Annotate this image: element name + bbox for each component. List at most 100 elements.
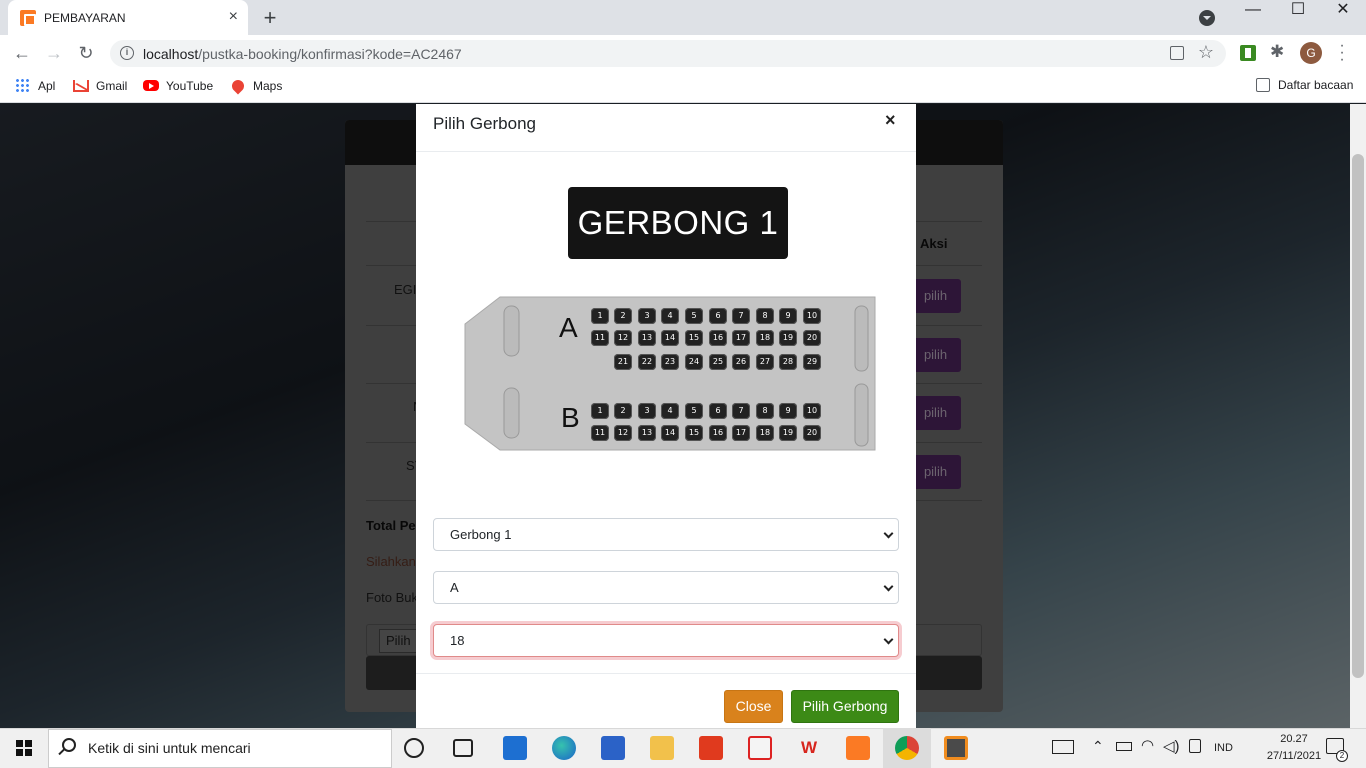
maximize-button[interactable]: ☐ — [1275, 0, 1321, 32]
minimize-button[interactable]: — — [1230, 0, 1276, 32]
seat-button[interactable]: 23 — [661, 354, 679, 370]
edge-icon[interactable] — [552, 736, 576, 760]
seat-button[interactable]: 6 — [709, 403, 727, 419]
seat-button[interactable]: 18 — [756, 330, 774, 346]
address-bar[interactable]: i localhost/pustka-booking/konfirmasi?ko… — [110, 40, 1226, 67]
seat-button[interactable]: 20 — [803, 330, 821, 346]
seat-button[interactable]: 13 — [638, 330, 656, 346]
seat-button[interactable]: 18 — [756, 425, 774, 441]
chevron-up-icon[interactable]: ⌃ — [1092, 738, 1104, 755]
row-select[interactable]: A — [433, 571, 899, 604]
store-icon[interactable] — [601, 736, 625, 760]
volume-icon[interactable]: ◁) — [1163, 737, 1180, 755]
seat-button[interactable]: 4 — [661, 308, 679, 324]
seat-button[interactable]: 7 — [732, 308, 750, 324]
seat-button[interactable]: 22 — [638, 354, 656, 370]
seat-button[interactable]: 3 — [638, 403, 656, 419]
seat-button[interactable]: 15 — [685, 330, 703, 346]
clock-time[interactable]: 20.27 — [1266, 733, 1322, 745]
seat-button[interactable]: 5 — [685, 308, 703, 324]
seat-button[interactable]: 10 — [803, 308, 821, 324]
seat-button[interactable]: 15 — [685, 425, 703, 441]
back-icon[interactable]: ← — [10, 41, 34, 65]
url-text[interactable]: localhost/pustka-booking/konfirmasi?kode… — [143, 46, 462, 62]
bookmark-apps[interactable]: Apl — [15, 78, 55, 94]
windows-start-icon[interactable] — [16, 740, 32, 756]
menu-dots-icon[interactable]: · · · — [1336, 38, 1348, 68]
cortana-icon[interactable] — [404, 738, 424, 758]
gerbong-select[interactable]: Gerbong 1 — [433, 518, 899, 551]
battery-icon[interactable] — [1116, 742, 1132, 751]
language-indicator[interactable]: IND — [1214, 742, 1233, 754]
share-icon[interactable] — [1170, 46, 1184, 60]
modal-close-icon[interactable]: × — [885, 110, 896, 131]
seat-button[interactable]: 12 — [614, 330, 632, 346]
seat-button[interactable]: 21 — [614, 354, 632, 370]
seat-button[interactable]: 5 — [685, 403, 703, 419]
seat-button[interactable]: 11 — [591, 330, 609, 346]
seat-button[interactable]: 29 — [803, 354, 821, 370]
wifi-icon[interactable]: ◠ — [1141, 736, 1154, 754]
seat-button[interactable]: 27 — [756, 354, 774, 370]
seat-button[interactable]: 19 — [779, 425, 797, 441]
new-tab-button[interactable]: + — [258, 5, 282, 31]
bookmark-gmail[interactable]: Gmail — [73, 78, 127, 94]
seat-button[interactable]: 14 — [661, 425, 679, 441]
seat-button[interactable]: 4 — [661, 403, 679, 419]
seat-button[interactable]: 20 — [803, 425, 821, 441]
sublime-icon[interactable] — [944, 736, 968, 760]
seat-button[interactable]: 10 — [803, 403, 821, 419]
seat-button[interactable]: 9 — [779, 403, 797, 419]
seat-button[interactable]: 6 — [709, 308, 727, 324]
seat-button[interactable]: 14 — [661, 330, 679, 346]
task-view-icon[interactable] — [453, 739, 473, 757]
seat-button[interactable]: 2 — [614, 308, 632, 324]
keyboard-icon[interactable] — [1052, 740, 1074, 754]
scrollbar-thumb[interactable] — [1352, 154, 1364, 678]
tab-close-icon[interactable]: × — [229, 8, 238, 26]
site-info-icon[interactable]: i — [120, 46, 134, 60]
forward-icon[interactable]: → — [42, 41, 66, 65]
seat-button[interactable]: 19 — [779, 330, 797, 346]
seat-button[interactable]: 3 — [638, 308, 656, 324]
xampp-icon[interactable] — [846, 736, 870, 760]
seat-select[interactable]: 18 — [433, 624, 899, 657]
seat-button[interactable]: 26 — [732, 354, 750, 370]
seat-button[interactable]: 7 — [732, 403, 750, 419]
seat-button[interactable]: 25 — [709, 354, 727, 370]
reading-list-button[interactable]: Daftar bacaan — [1256, 78, 1353, 92]
wps-icon[interactable]: W — [797, 736, 821, 760]
seat-button[interactable]: 1 — [591, 403, 609, 419]
mail-icon[interactable] — [503, 736, 527, 760]
seat-button[interactable]: 9 — [779, 308, 797, 324]
tab-search-icon[interactable] — [1199, 10, 1215, 26]
pilih-gerbong-button[interactable]: Pilih Gerbong — [791, 690, 899, 723]
browser-tab[interactable]: PEMBAYARAN × — [8, 0, 248, 35]
extension-icon[interactable] — [1240, 45, 1256, 61]
file-explorer-icon[interactable] — [650, 736, 674, 760]
seat-button[interactable]: 16 — [709, 425, 727, 441]
seat-button[interactable]: 11 — [591, 425, 609, 441]
taskbar-search-placeholder[interactable]: Ketik di sini untuk mencari — [88, 740, 251, 756]
seat-button[interactable]: 12 — [614, 425, 632, 441]
seat-button[interactable]: 16 — [709, 330, 727, 346]
seat-button[interactable]: 17 — [732, 330, 750, 346]
bookmark-maps[interactable]: Maps — [229, 77, 282, 95]
seat-button[interactable]: 2 — [614, 403, 632, 419]
meet-now-icon[interactable] — [1189, 739, 1201, 753]
seat-button[interactable]: 24 — [685, 354, 703, 370]
seat-button[interactable]: 8 — [756, 308, 774, 324]
window-close-button[interactable]: ✕ — [1320, 0, 1366, 32]
reload-icon[interactable]: ↻ — [74, 41, 98, 65]
clock-date[interactable]: 27/11/2021 — [1266, 750, 1322, 762]
bookmark-youtube[interactable]: YouTube — [143, 78, 213, 94]
chrome-icon[interactable] — [895, 736, 919, 760]
puzzle-extensions-icon[interactable]: ✱ — [1270, 42, 1284, 62]
seat-button[interactable]: 13 — [638, 425, 656, 441]
gift-app-icon[interactable] — [748, 736, 772, 760]
seat-button[interactable]: 8 — [756, 403, 774, 419]
seat-button[interactable]: 1 — [591, 308, 609, 324]
close-button[interactable]: Close — [724, 690, 783, 723]
seat-button[interactable]: 28 — [779, 354, 797, 370]
office-icon[interactable] — [699, 736, 723, 760]
